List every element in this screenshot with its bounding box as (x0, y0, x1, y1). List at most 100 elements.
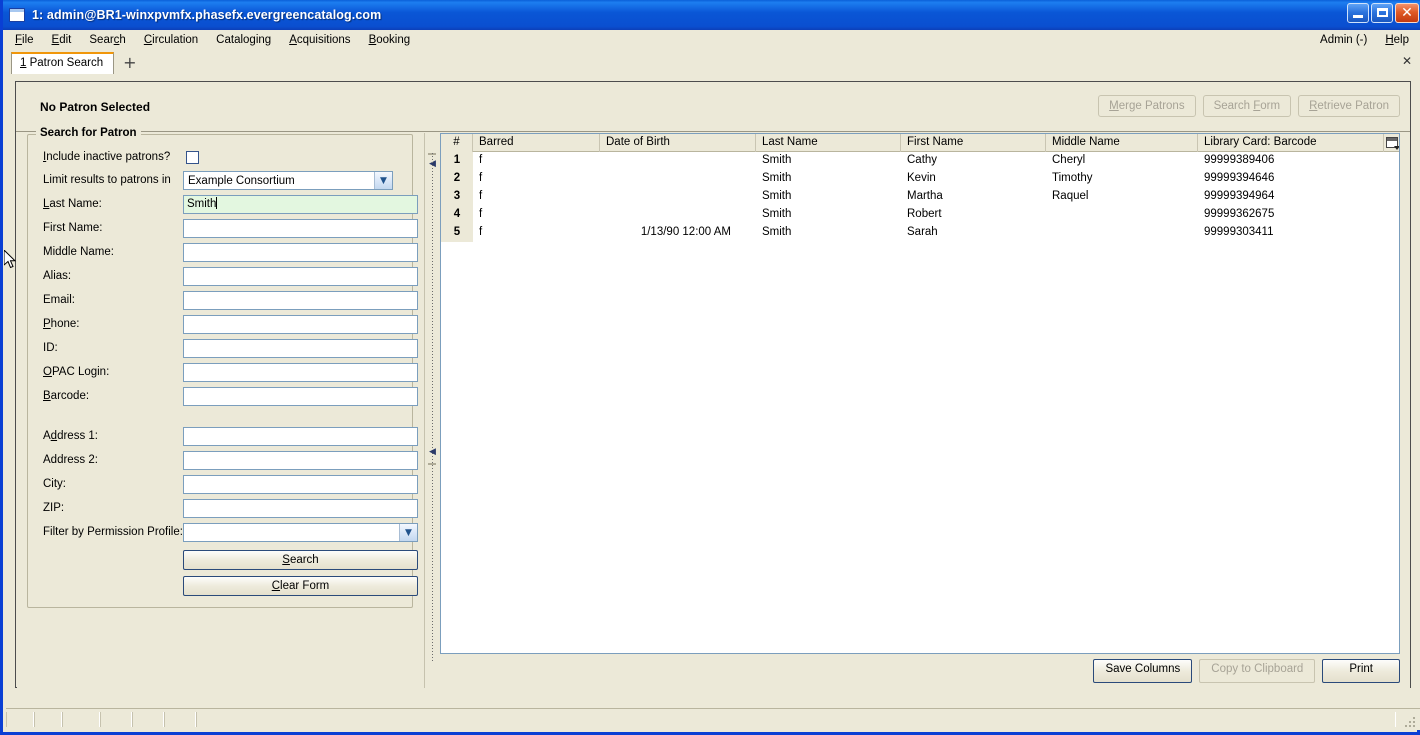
window-title: 1: admin@BR1-winxpvmfx.phasefx.evergreen… (32, 8, 382, 22)
id-input[interactable] (183, 339, 418, 358)
cell-barred: f (479, 154, 483, 166)
cell-middle (1046, 224, 1198, 242)
panel-splitter[interactable]: ◀ ◀ (424, 133, 441, 688)
table-row[interactable]: 2 f Smith Kevin Timothy 99999394646 (441, 170, 1399, 188)
save-columns-button[interactable]: Save Columns (1093, 659, 1193, 683)
search-form-button[interactable]: Search Form (1202, 95, 1292, 117)
limit-results-combobox[interactable]: Example Consortium ▼ (183, 171, 393, 190)
search-button[interactable]: Search (183, 550, 418, 570)
menu-help[interactable]: Help (1376, 32, 1418, 48)
menu-booking[interactable]: Booking (360, 32, 420, 48)
cell-last: Smith (762, 208, 792, 220)
menu-search[interactable]: Search (80, 32, 134, 48)
fieldset-legend: Search for Patron (36, 127, 141, 139)
chevron-down-icon: ▼ (374, 172, 392, 189)
close-button[interactable]: ✕ (1395, 3, 1419, 23)
menu-circulation[interactable]: Circulation (135, 32, 207, 48)
cell-num: 4 (441, 206, 473, 224)
city-input[interactable] (183, 475, 418, 494)
column-header-barred[interactable]: Barred (473, 133, 600, 152)
table-row[interactable]: 5 f 1/13/90 12:00 AM Smith Sarah 99999303411 (441, 224, 1399, 242)
resize-grip[interactable] (1404, 716, 1416, 728)
phone-input[interactable] (183, 315, 418, 334)
column-header-dob[interactable]: Date of Birth (600, 133, 756, 152)
alias-input[interactable] (183, 267, 418, 286)
cell-barred: f (479, 172, 483, 184)
print-button[interactable]: Print (1322, 659, 1400, 683)
middle-name-input[interactable] (183, 243, 418, 262)
label-id: ID: (43, 342, 58, 354)
address-1-input[interactable] (183, 427, 418, 446)
include-inactive-checkbox[interactable] (186, 151, 199, 164)
column-header-first[interactable]: First Name (901, 133, 1046, 152)
results-grid: # Barred Date of Birth Last Name First N… (440, 133, 1400, 654)
column-header-last[interactable]: Last Name (756, 133, 901, 152)
table-row[interactable]: 1 f Smith Cathy Cheryl 99999389406 (441, 152, 1399, 170)
status-cell-3 (62, 712, 100, 727)
column-header-barcode[interactable]: Library Card: Barcode (1198, 133, 1384, 152)
address-2-input[interactable] (183, 451, 418, 470)
merge-patrons-button[interactable]: Merge Patrons (1098, 95, 1196, 117)
column-picker-icon (1385, 137, 1399, 150)
column-header-middle[interactable]: Middle Name (1046, 133, 1198, 152)
window-controls: ✕ (1347, 3, 1419, 23)
cell-first: Martha (907, 190, 943, 202)
column-header-num[interactable]: # (441, 133, 473, 152)
collapse-left-icon-2[interactable]: ◀ (428, 448, 437, 457)
cell-barcode: 99999303411 (1204, 226, 1274, 238)
tab-patron-search[interactable]: 1 Patron Search (11, 52, 115, 75)
zip-input[interactable] (183, 499, 418, 518)
cell-num: 1 (441, 152, 473, 170)
cell-dob (600, 188, 756, 206)
patron-header: No Patron Selected Merge Patrons Search … (16, 82, 1410, 132)
permission-profile-combobox[interactable]: ▼ (183, 523, 418, 542)
table-row[interactable]: 4 f Smith Robert 99999362675 (441, 206, 1399, 224)
cell-dob (600, 152, 756, 170)
new-tab-button[interactable]: + (114, 53, 145, 73)
status-cell-7 (196, 712, 1396, 727)
retrieve-patron-button[interactable]: Retrieve Patron (1298, 95, 1400, 117)
results-grid-header: # Barred Date of Birth Last Name First N… (441, 133, 1399, 152)
column-picker-button[interactable] (1384, 134, 1399, 152)
minimize-button[interactable] (1347, 3, 1369, 23)
splitter-tick-bottom (428, 463, 436, 465)
label-barcode: Barcode: (43, 390, 90, 402)
cell-first: Robert (907, 208, 942, 220)
first-name-input[interactable] (183, 219, 418, 238)
copy-to-clipboard-button[interactable]: Copy to Clipboard (1199, 659, 1316, 683)
limit-results-value: Example Consortium (188, 174, 295, 187)
menu-bar: File Edit Search Circulation Cataloging … (6, 30, 1420, 51)
table-row[interactable]: 3 f Smith Martha Raquel 99999394964 (441, 188, 1399, 206)
menu-file[interactable]: File (6, 32, 43, 48)
opac-login-input[interactable] (183, 363, 418, 382)
cell-barcode: 99999394964 (1204, 190, 1275, 202)
mouse-cursor (4, 250, 17, 269)
last-name-input[interactable]: Smith (183, 195, 418, 214)
barcode-input[interactable] (183, 387, 418, 406)
cell-barred: f (479, 226, 483, 238)
status-cell-4 (100, 712, 132, 727)
tab-label: Patron Search (29, 57, 104, 69)
label-phone: Phone: (43, 318, 80, 330)
text-caret (216, 197, 218, 209)
cell-dob (600, 170, 756, 188)
close-tab-icon[interactable]: ✕ (1402, 54, 1412, 68)
email-input[interactable] (183, 291, 418, 310)
menu-cataloging[interactable]: Cataloging (207, 32, 280, 48)
menu-acquisitions[interactable]: Acquisitions (280, 32, 359, 48)
cell-barred: f (479, 190, 483, 202)
results-panel: # Barred Date of Birth Last Name First N… (440, 133, 1410, 688)
menu-admin[interactable]: Admin (-) (1311, 32, 1376, 48)
clear-form-button[interactable]: Clear Form (183, 576, 418, 596)
cell-last: Smith (762, 226, 792, 238)
status-cell-2 (34, 712, 62, 727)
maximize-button[interactable] (1371, 3, 1393, 23)
content-area: No Patron Selected Merge Patrons Search … (6, 74, 1420, 708)
cell-barcode: 99999389406 (1204, 154, 1275, 166)
splitter-grip (432, 153, 433, 663)
cell-num: 2 (441, 170, 473, 188)
label-alias: Alias: (43, 270, 72, 282)
menu-edit[interactable]: Edit (43, 32, 81, 48)
tab-bar: 1 Patron Search + ✕ (6, 50, 1420, 75)
cell-dob (600, 206, 756, 224)
